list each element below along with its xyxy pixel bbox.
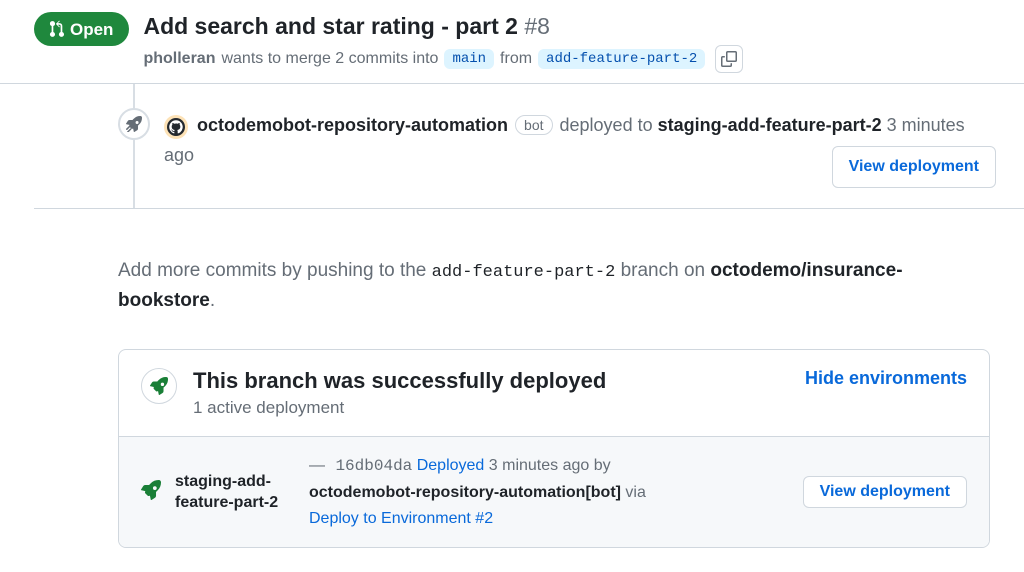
by-text: by (594, 457, 611, 474)
timeline: octodemobot-repository-automation bot de… (0, 84, 1024, 208)
header-actor[interactable]: pholleran (143, 50, 215, 68)
row-timestamp: 3 minutes ago (489, 457, 590, 474)
from-text: from (500, 50, 532, 68)
environments-card-head: This branch was successfully deployed 1 … (119, 350, 989, 436)
pr-number: #8 (524, 13, 550, 39)
via-text: via (625, 484, 645, 501)
rocket-icon (126, 116, 142, 132)
row-environment-name[interactable]: staging-add-feature-part-2 (175, 471, 295, 514)
state-label: Open (70, 21, 113, 38)
card-head-text: This branch was successfully deployed 1 … (193, 368, 789, 418)
hint-branch: add-feature-part-2 (432, 263, 616, 282)
timeline-divider (34, 208, 1024, 209)
state-open-badge: Open (34, 12, 129, 46)
environment-link[interactable]: staging-add-feature-part-2 (658, 115, 882, 135)
timeline-badge-rocket (118, 108, 150, 140)
row-actor[interactable]: octodemobot-repository-automation[bot] (309, 484, 621, 501)
push-hint: Add more commits by pushing to the add-f… (0, 228, 1024, 331)
row-sha[interactable]: 16db04da (335, 457, 412, 475)
rocket-icon (150, 377, 168, 395)
base-branch-label[interactable]: main (444, 49, 494, 69)
hint-mid: branch on (621, 260, 706, 281)
row-rocket-icon (141, 480, 161, 505)
timeline-actor[interactable]: octodemobot-repository-automation (197, 115, 508, 135)
row-state[interactable]: Deployed (417, 457, 485, 474)
pr-title-text: Add search and star rating - part 2 (143, 13, 517, 39)
rocket-icon (141, 480, 161, 500)
hide-environments-link[interactable]: Hide environments (805, 368, 967, 389)
merge-text: wants to merge 2 commits into (221, 50, 438, 68)
dash: — (309, 457, 325, 474)
bot-badge: bot (515, 115, 552, 135)
copy-branch-button[interactable] (715, 45, 743, 73)
pr-title: Add search and star rating - part 2 #8 (143, 12, 990, 41)
avatar (164, 115, 188, 139)
timeline-body: octodemobot-repository-automation bot de… (164, 108, 996, 188)
deployment-row: staging-add-feature-part-2 — 16db04da De… (119, 436, 989, 547)
octocat-icon (167, 118, 185, 136)
view-deployment-button[interactable]: View deployment (803, 476, 967, 508)
git-pull-request-icon (46, 20, 64, 38)
card-rocket-badge (141, 368, 177, 404)
row-button-wrap: View deployment (803, 476, 967, 508)
hint-suffix: . (210, 290, 215, 311)
environments-card: This branch was successfully deployed 1 … (118, 349, 990, 548)
row-details: — 16db04da Deployed 3 minutes ago by oct… (309, 453, 789, 531)
compare-branch-label[interactable]: add-feature-part-2 (538, 49, 705, 69)
merge-meta: pholleran wants to merge 2 commits into … (143, 45, 990, 73)
title-block: Add search and star rating - part 2 #8 p… (143, 12, 990, 73)
deployed-to-text: deployed to (560, 115, 653, 135)
pr-header: Open Add search and star rating - part 2… (0, 0, 1024, 84)
timeline-item-deployed: octodemobot-repository-automation bot de… (28, 84, 996, 208)
copy-icon (721, 51, 737, 67)
view-deployment-button[interactable]: View deployment (832, 146, 996, 187)
row-workflow-link[interactable]: Deploy to Environment #2 (309, 510, 493, 527)
card-subtitle: 1 active deployment (193, 398, 789, 418)
hint-prefix: Add more commits by pushing to the (118, 260, 426, 281)
card-title: This branch was successfully deployed (193, 368, 789, 394)
